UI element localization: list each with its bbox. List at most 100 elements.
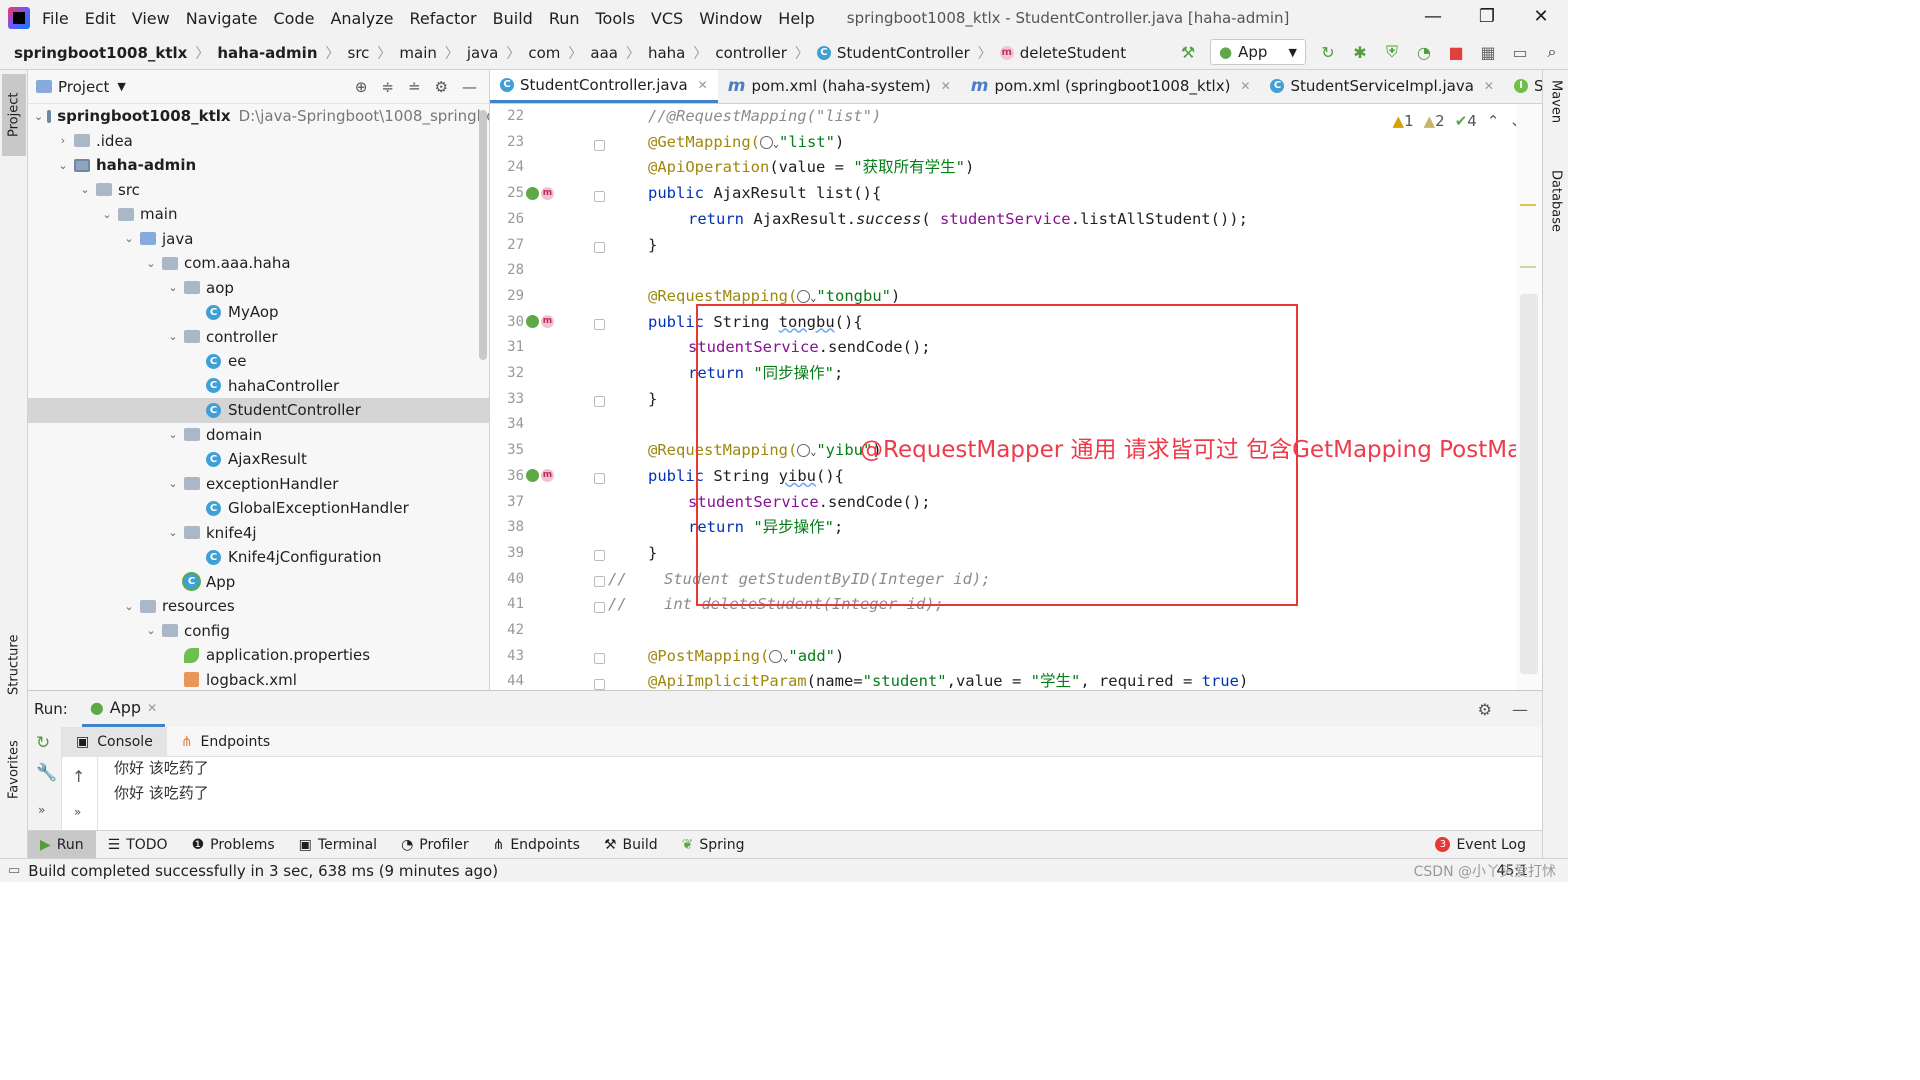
tree-item[interactable]: ⌄ exceptionHandler	[28, 472, 489, 497]
search-icon[interactable]: ⌕	[1542, 42, 1562, 62]
wrench-icon[interactable]: 🔧	[36, 763, 57, 783]
menu-analyze[interactable]: Analyze	[330, 9, 393, 28]
fold-marker-icon[interactable]	[594, 191, 605, 202]
fold-marker-icon[interactable]	[594, 140, 605, 151]
tool-tab-todo[interactable]: ☰ TODO	[96, 831, 180, 859]
restore-button[interactable]: ❐	[1460, 0, 1514, 36]
fold-marker-icon[interactable]	[594, 550, 605, 561]
tree-item[interactable]: C Knife4jConfiguration	[28, 545, 489, 570]
maven-tool-tab[interactable]: Maven	[1545, 80, 1567, 150]
project-tool-tab[interactable]: Project	[2, 74, 26, 156]
marker[interactable]	[1520, 266, 1536, 268]
breadcrumb-aaa[interactable]: aaa	[590, 44, 618, 62]
tool-tab-run[interactable]: ▶ Run	[28, 830, 96, 859]
tree-item[interactable]: ⌄ haha-admin	[28, 153, 489, 178]
gutter-markers[interactable]: m	[526, 187, 554, 200]
tool-tab-endpoints[interactable]: ⋔ Endpoints	[481, 831, 592, 859]
locate-icon[interactable]: ⊕	[355, 78, 368, 96]
menu-edit[interactable]: Edit	[85, 9, 116, 28]
breadcrumb-com[interactable]: com	[528, 44, 560, 62]
fold-marker-icon[interactable]	[594, 576, 605, 587]
project-structure-icon[interactable]: ▦	[1478, 42, 1498, 62]
close-tab-icon[interactable]: ✕	[698, 78, 708, 92]
tree-item[interactable]: ⌄ domain	[28, 423, 489, 448]
database-tool-tab[interactable]: Database	[1545, 170, 1567, 260]
tab-pom-haha-system[interactable]: m pom.xml (haha-system) ✕	[718, 70, 961, 103]
fold-marker-icon[interactable]	[594, 319, 605, 330]
tab-student-interface[interactable]: IStu	[1504, 70, 1542, 103]
breadcrumb-project[interactable]: springboot1008_ktlx	[14, 44, 187, 62]
tree-item[interactable]: ⌄ src	[28, 178, 489, 203]
fold-marker-icon[interactable]	[594, 396, 605, 407]
inspection-widget[interactable]: ▲1 ▲2 ✔4 ⌃ ⌄	[1393, 112, 1522, 130]
tree-item[interactable]: ⌄ knife4j	[28, 521, 489, 546]
tree-item[interactable]: ⌄ com.aaa.haha	[28, 251, 489, 276]
menu-help[interactable]: Help	[778, 9, 814, 28]
tool-tab-event-log[interactable]: 3 Event Log	[1423, 831, 1538, 859]
gear-icon[interactable]: ⚙	[435, 78, 448, 96]
menu-view[interactable]: View	[132, 9, 170, 28]
fold-marker-icon[interactable]	[594, 679, 605, 690]
previous-highlight-icon[interactable]: ⌃	[1487, 112, 1500, 130]
menu-file[interactable]: File	[42, 9, 69, 28]
tree-item[interactable]: ⌄ config	[28, 619, 489, 644]
close-tab-icon[interactable]: ✕	[1240, 79, 1250, 93]
tree-item[interactable]: C MyAop	[28, 300, 489, 325]
breadcrumb-java[interactable]: java	[467, 44, 498, 62]
tree-item[interactable]: C GlobalExceptionHandler	[28, 496, 489, 521]
breadcrumb-haha[interactable]: haha	[648, 44, 685, 62]
menu-build[interactable]: Build	[493, 9, 533, 28]
tree-item[interactable]: C AjaxResult	[28, 447, 489, 472]
tree-item[interactable]: ⌄ springboot1008_ktlx D:\java-Springboot\1…	[28, 104, 489, 129]
tab-pom-root[interactable]: m pom.xml (springboot1008_ktlx) ✕	[961, 70, 1261, 103]
build-hammer-icon[interactable]: ⚒	[1178, 42, 1198, 62]
tab-student-service-impl[interactable]: C StudentServiceImpl.java ✕	[1260, 70, 1503, 103]
project-scrollbar[interactable]	[479, 110, 487, 360]
tool-tab-terminal[interactable]: ▣ Terminal	[287, 831, 389, 859]
editor-scrollbar[interactable]	[1516, 104, 1542, 690]
menu-run[interactable]: Run	[549, 9, 580, 28]
warning-marker[interactable]	[1520, 204, 1536, 206]
fold-marker-icon[interactable]	[594, 653, 605, 664]
tree-item[interactable]: ⌄ main	[28, 202, 489, 227]
minimize-button[interactable]: —	[1406, 0, 1460, 36]
tree-item[interactable]: ⌄ controller	[28, 325, 489, 350]
hide-panel-icon[interactable]: —	[1512, 700, 1528, 719]
stop-icon[interactable]: ■	[1446, 42, 1466, 62]
structure-tool-tab[interactable]: Structure	[2, 630, 26, 700]
tab-console[interactable]: ▣ Console	[62, 726, 167, 757]
close-window-button[interactable]: ✕	[1514, 0, 1568, 36]
typo-count[interactable]: ✔4	[1455, 112, 1477, 130]
close-tab-icon[interactable]: ✕	[941, 79, 951, 93]
menu-code[interactable]: Code	[274, 9, 315, 28]
more-icon[interactable]: »	[38, 803, 45, 817]
scroll-thumb[interactable]	[1520, 294, 1538, 674]
tool-tab-build[interactable]: ⚒ Build	[592, 831, 670, 859]
rerun-icon[interactable]: ↻	[36, 733, 50, 753]
favorites-tool-tab[interactable]: Favorites	[2, 730, 26, 810]
breadcrumb-src[interactable]: src	[348, 44, 370, 62]
tool-tab-problems[interactable]: ❶ Problems	[180, 831, 287, 859]
menu-refactor[interactable]: Refactor	[410, 9, 477, 28]
close-tab-icon[interactable]: ✕	[1484, 79, 1494, 93]
tree-item[interactable]: ChahaController	[28, 374, 489, 399]
fold-marker-icon[interactable]	[594, 242, 605, 253]
tree-item[interactable]: logback.xml	[28, 668, 489, 691]
gutter-markers[interactable]: m	[526, 469, 554, 482]
gutter-markers[interactable]: m	[526, 315, 554, 328]
tool-tab-profiler[interactable]: ◔ Profiler	[389, 831, 481, 859]
tree-item[interactable]: › .idea	[28, 129, 489, 154]
breadcrumb-module[interactable]: haha-admin	[217, 44, 317, 62]
fold-marker-icon[interactable]	[594, 602, 605, 613]
expand-all-icon[interactable]: ≑	[381, 78, 394, 96]
tree-item[interactable]: ⌄ java	[28, 227, 489, 252]
scroll-up-icon[interactable]: ↑	[72, 767, 85, 786]
tree-item[interactable]: application.properties	[28, 643, 489, 668]
tab-endpoints[interactable]: ⋔ Endpoints	[167, 727, 284, 757]
profile-icon[interactable]: ◔	[1414, 42, 1434, 62]
breadcrumb-class[interactable]: C StudentController	[816, 44, 970, 62]
chevron-down-icon[interactable]: ▼	[117, 80, 125, 93]
breadcrumb-main[interactable]: main	[399, 44, 436, 62]
menu-window[interactable]: Window	[699, 9, 762, 28]
breadcrumb-method[interactable]: m deleteStudent	[999, 44, 1126, 62]
